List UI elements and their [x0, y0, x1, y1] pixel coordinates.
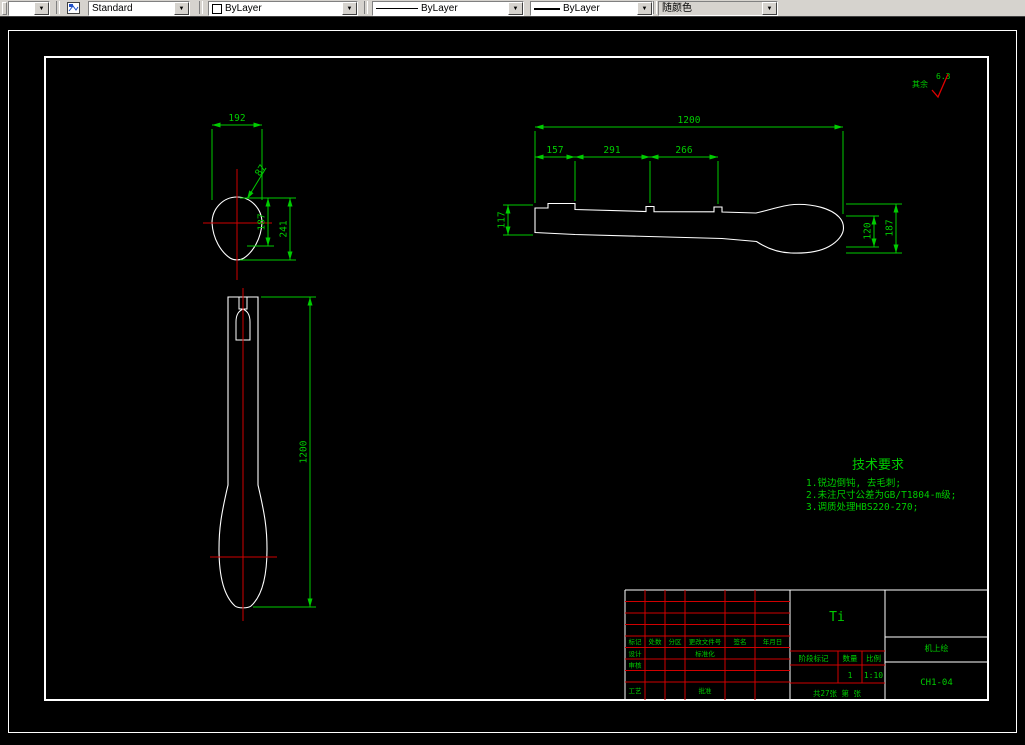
rev-header: 年月日	[763, 637, 783, 646]
dim-label: 187	[257, 213, 268, 230]
sheet-frame	[8, 30, 1017, 733]
chevron-down-icon[interactable]: ▼	[34, 2, 49, 15]
toolbar-grip[interactable]	[2, 2, 7, 15]
tech-req-line: 1.锐边倒钝, 去毛刺;	[806, 477, 901, 489]
dim-label: 266	[675, 145, 692, 156]
title-block: Ti 阶段标记 数量 比例 1 1:10 共27张 第 张 机上绘 CH1-04…	[624, 589, 988, 700]
color-control-value: ByLayer	[225, 3, 262, 14]
color-control-combo[interactable]: ByLayer ▼	[208, 1, 358, 16]
linetype-control-combo[interactable]: ByLayer ▼	[372, 1, 524, 16]
title-block-grid-lines	[625, 590, 885, 700]
lineweight-control-combo[interactable]: ByLayer ▼	[530, 1, 653, 16]
drawing-number: CH1-04	[920, 678, 953, 688]
properties-toolbar: ▼ Standard ▼ ByLayer ▼ ByLayer ▼ ByLayer	[0, 0, 1025, 17]
rev-header: 分区	[669, 637, 683, 646]
dim-label: 241	[279, 220, 290, 237]
front-view: 1200	[210, 288, 316, 621]
chevron-down-icon[interactable]: ▼	[508, 2, 523, 15]
toolbar-separator	[56, 1, 60, 14]
style-icon[interactable]	[66, 1, 82, 15]
lineweight-control-value: ByLayer	[563, 3, 600, 14]
lineweight-sample-icon	[534, 7, 560, 10]
tech-req-title: 技术要求	[852, 458, 904, 473]
section-dimension-lines	[211, 122, 296, 261]
surface-finish-symbol: 其余 6.3	[912, 72, 951, 99]
scale-label: 比例	[866, 653, 881, 663]
rev-header: 标记	[629, 637, 643, 646]
dim-label: 1200	[678, 115, 701, 126]
company-name: 机上绘	[925, 643, 949, 653]
chevron-down-icon[interactable]: ▼	[174, 2, 189, 15]
rev-header: 处数	[649, 637, 663, 646]
role-approve: 批准	[699, 686, 713, 695]
side-dimension-labels: 1200 157 291 266 117 120 187	[497, 115, 896, 240]
text-style-combo[interactable]: Standard ▼	[88, 1, 190, 16]
sheet-note: 共27张 第 张	[813, 688, 862, 698]
role-check: 审核	[629, 661, 643, 670]
finish-scope-label: 其余	[912, 79, 928, 89]
technical-requirements: 技术要求 1.锐边倒钝, 去毛刺; 2.未注尺寸公差为GB/T1804-m级; …	[806, 458, 956, 513]
color-swatch-icon	[212, 3, 222, 14]
dim-label: 192	[228, 113, 245, 124]
toolbar-separator	[653, 1, 657, 14]
drawing-canvas[interactable]: 192 87 187 241 1200 157 291 266 117 120 …	[0, 17, 1025, 740]
section-view: 192 87 187 241	[203, 113, 296, 280]
quantity-value: 1	[848, 671, 853, 680]
role-process: 工艺	[629, 687, 643, 695]
dim-label: 187	[885, 219, 896, 236]
text-style-value: Standard	[92, 3, 133, 14]
layer-combo-value	[9, 2, 34, 15]
rev-header: 更改文件号	[689, 637, 722, 646]
chevron-down-icon[interactable]: ▼	[342, 2, 357, 15]
side-outline	[534, 202, 845, 254]
tech-req-line: 3.调质处理HBS220-270;	[806, 501, 918, 513]
stage-label: 阶段标记	[799, 653, 829, 663]
side-view: 1200 157 291 266 117 120 187	[497, 115, 902, 254]
dim-label: 117	[497, 211, 508, 228]
tech-req-line: 2.未注尺寸公差为GB/T1804-m级;	[806, 489, 956, 501]
chevron-down-icon: ▼	[762, 2, 777, 15]
role-standardize: 标准化	[695, 649, 715, 658]
toolbar-separator	[364, 1, 368, 14]
role-design: 设计	[629, 649, 643, 658]
scale-value: 1:10	[864, 671, 883, 680]
dim-label: 87	[253, 163, 268, 179]
plot-style-combo: 随颜色 ▼	[658, 1, 778, 16]
layer-combo[interactable]: ▼	[8, 1, 50, 16]
drawing-svg: 192 87 187 241 1200 157 291 266 117 120 …	[8, 30, 1017, 733]
part-name: Ti	[829, 610, 845, 625]
section-dimension-labels: 192 87 187 241	[228, 113, 289, 238]
autocad-window: { "toolbar": { "layer_control": "", "tex…	[0, 0, 1025, 740]
linetype-control-value: ByLayer	[421, 3, 458, 14]
dim-label: 120	[863, 222, 874, 239]
dim-label: 291	[603, 145, 620, 156]
rev-header: 签名	[734, 637, 747, 646]
title-block-texts: Ti 阶段标记 数量 比例 1 1:10 共27张 第 张 机上绘 CH1-04…	[629, 610, 953, 698]
quantity-label: 数量	[843, 653, 858, 663]
chevron-down-icon[interactable]: ▼	[637, 2, 652, 15]
toolbar-separator	[199, 1, 203, 14]
dim-label: 1200	[299, 440, 310, 463]
plot-style-value: 随颜色	[662, 3, 692, 14]
linetype-sample-icon	[376, 8, 418, 9]
dim-label: 157	[546, 145, 563, 156]
finish-roughness-value: 6.3	[936, 72, 951, 81]
front-dimension-labels: 1200	[299, 440, 310, 463]
